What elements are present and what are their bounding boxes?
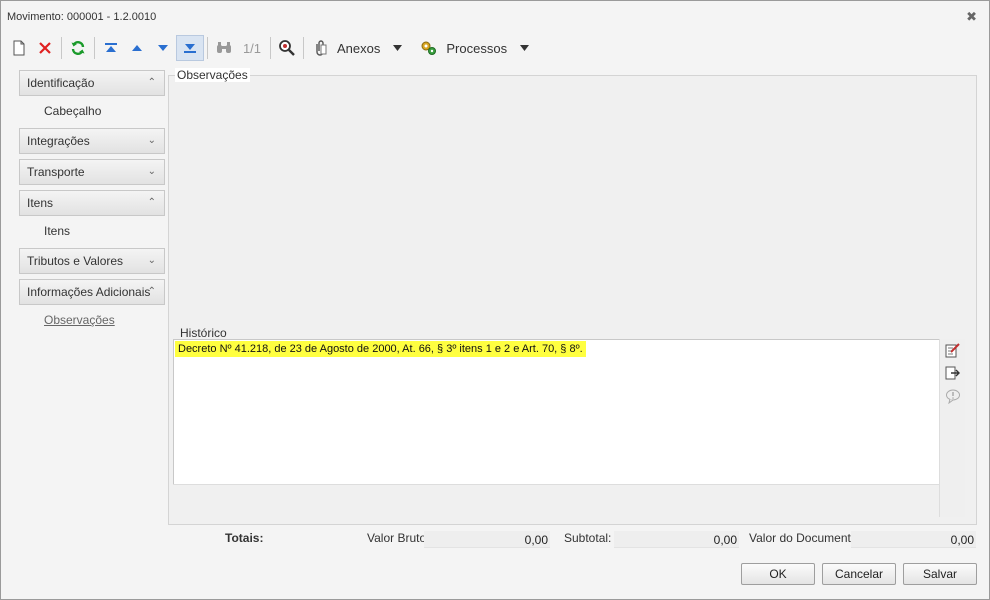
sidebar-item-itens[interactable]: Itens [19, 219, 165, 243]
delete-icon[interactable] [32, 36, 58, 60]
subtotal-field: 0,00 [614, 531, 739, 548]
chevron-up-icon[interactable]: ⌃ [148, 191, 156, 215]
last-record-icon[interactable] [176, 35, 204, 61]
toolbar: 1/1 Anexos Processos [6, 34, 984, 62]
sidebar-item-cabecalho[interactable]: Cabeçalho [19, 99, 165, 123]
totals-bar: Totais: Valor Bruto: 0,00 Subtotal: : 0,… [1, 531, 989, 551]
group-integracoes[interactable]: Integrações ⌄ [19, 128, 165, 154]
record-indicator: 1/1 [242, 40, 262, 56]
new-record-icon[interactable] [6, 36, 32, 60]
gears-icon[interactable] [416, 36, 442, 60]
toolbar-separator [303, 37, 304, 59]
processos-menu-button[interactable]: Processos [442, 36, 511, 60]
chevron-down-icon[interactable]: ⌄ [148, 160, 156, 184]
group-label: Itens [27, 196, 54, 210]
totals-label: Totais: [225, 531, 264, 545]
historico-toolbar [939, 339, 965, 517]
historico-text: Decreto Nº 41.218, de 23 de Agosto de 20… [175, 341, 586, 357]
group-label: Integrações [27, 134, 90, 148]
sidebar-item-observacoes[interactable]: Observações [19, 308, 165, 332]
group-transporte[interactable]: Transporte ⌄ [19, 159, 165, 185]
paperclip-icon[interactable] [307, 36, 333, 60]
comment-icon[interactable] [944, 387, 962, 405]
group-tributos-e-valores[interactable]: Tributos e Valores ⌄ [19, 248, 165, 274]
valor-documento-field: 0,00 [851, 531, 976, 548]
toolbar-separator [207, 37, 208, 59]
valor-bruto-label: Valor Bruto: [367, 531, 430, 545]
group-label: Informações Adicionais [27, 285, 151, 299]
chevron-down-icon[interactable]: ⌄ [148, 129, 156, 153]
edit-text-icon[interactable] [944, 341, 962, 359]
zoom-search-icon[interactable] [274, 36, 300, 60]
historico-label: Histórico [180, 326, 227, 340]
toolbar-separator [61, 37, 62, 59]
valor-documento-label: Valor do Documento: [749, 531, 861, 545]
chevron-down-icon[interactable]: ⌄ [148, 249, 156, 273]
binoculars-icon[interactable] [211, 36, 237, 60]
dialog-window: Movimento: 000001 - 1.2.0010 ✖ 1/1 Anexo… [0, 0, 990, 600]
ok-button[interactable]: OK [741, 563, 815, 585]
refresh-icon[interactable] [65, 36, 91, 60]
valor-bruto-field: 0,00 [424, 531, 550, 548]
window-title: Movimento: 000001 - 1.2.0010 [7, 11, 157, 23]
save-button[interactable]: Salvar [903, 563, 977, 585]
cancel-button[interactable]: Cancelar [822, 563, 896, 585]
first-record-icon[interactable] [98, 36, 124, 60]
group-label: Identificação [27, 76, 95, 90]
chevron-down-icon[interactable] [384, 36, 410, 60]
anexos-menu-button[interactable]: Anexos [333, 36, 384, 60]
group-label: Transporte [27, 165, 85, 179]
historico-footer [173, 484, 939, 518]
group-identificacao[interactable]: Identificação ⌃ [19, 70, 165, 96]
toolbar-separator [94, 37, 95, 59]
chevron-up-icon[interactable]: ⌃ [148, 280, 156, 304]
chevron-down-icon[interactable] [511, 36, 537, 60]
export-icon[interactable] [944, 364, 962, 382]
navigation-sidebar: Identificação ⌃ Cabeçalho Integrações ⌄ … [19, 70, 165, 337]
toolbar-separator [270, 37, 271, 59]
historico-textarea[interactable]: Decreto Nº 41.218, de 23 de Agosto de 20… [173, 339, 942, 486]
title-bar: Movimento: 000001 - 1.2.0010 ✖ [1, 1, 989, 31]
group-informacoes-adicionais[interactable]: Informações Adicionais ⌃ [19, 279, 165, 305]
previous-record-icon[interactable] [124, 36, 150, 60]
group-label: Tributos e Valores [27, 254, 124, 268]
next-record-icon[interactable] [150, 36, 176, 60]
observacoes-section-label: Observações [175, 68, 250, 82]
group-itens[interactable]: Itens ⌃ [19, 190, 165, 216]
subtotal-label: Subtotal: : [564, 531, 619, 545]
chevron-up-icon[interactable]: ⌃ [148, 71, 156, 95]
close-icon[interactable]: ✖ [966, 9, 977, 25]
